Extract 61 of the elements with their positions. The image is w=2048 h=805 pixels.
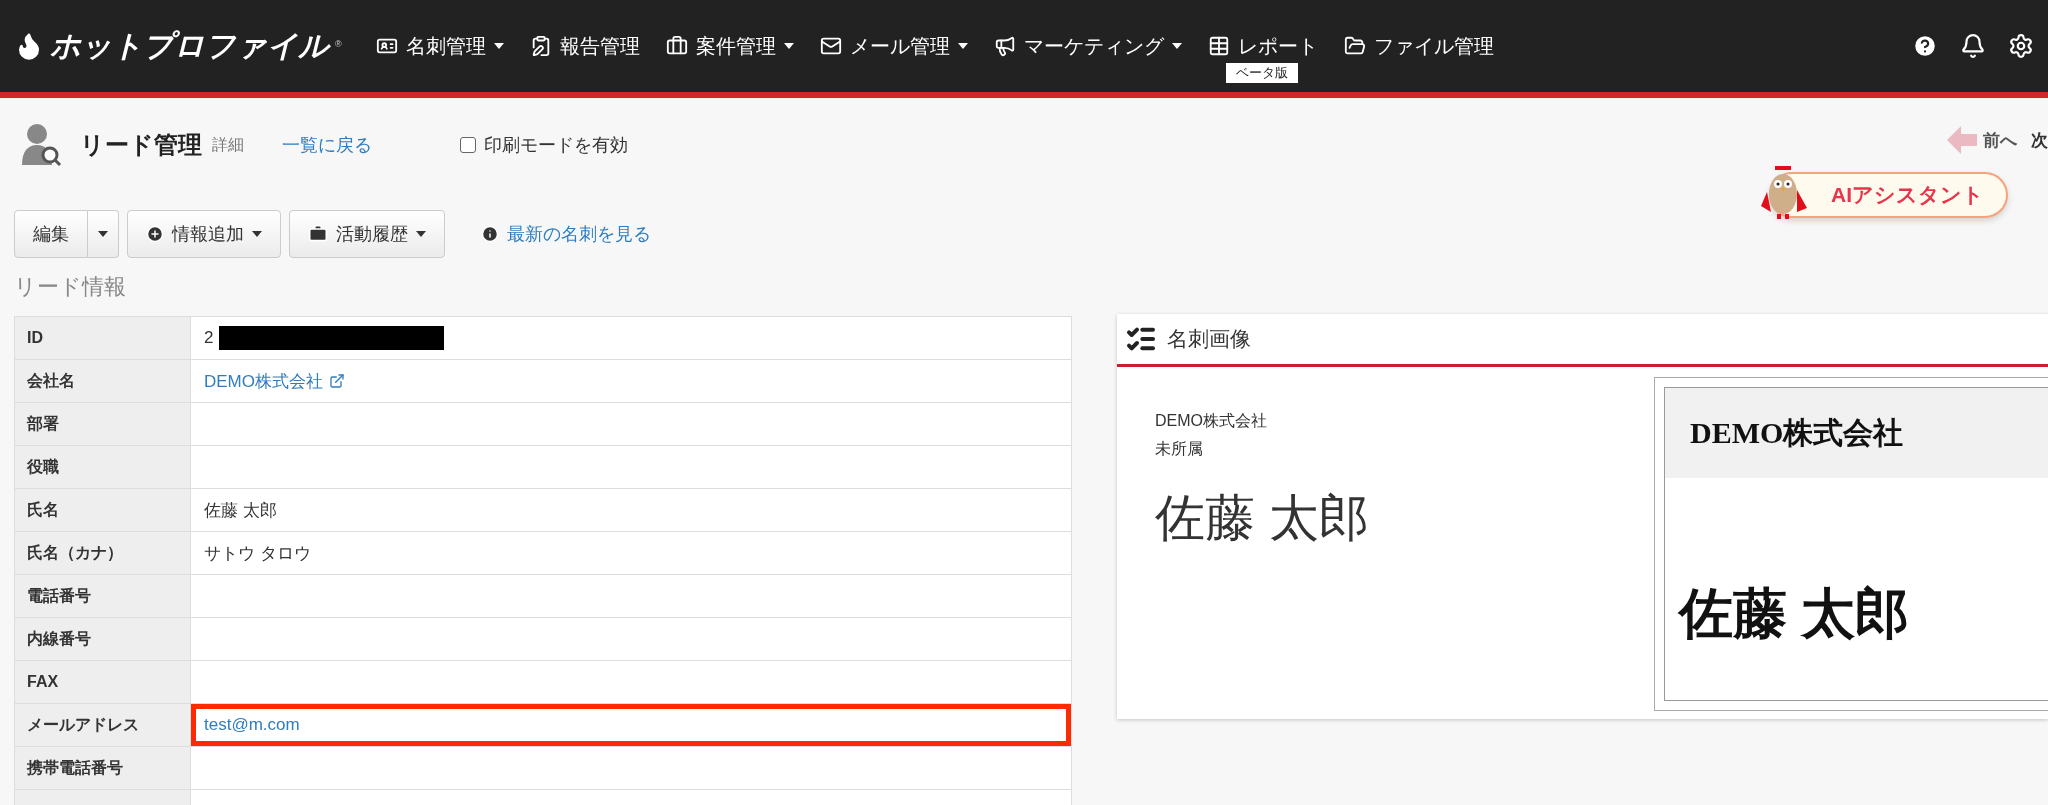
logo-text[interactable]: ホットプロファイル — [50, 25, 329, 67]
nav-item[interactable]: メール管理 — [819, 32, 968, 60]
plus-circle-icon — [146, 225, 164, 243]
nav-item[interactable]: マーケティング — [993, 32, 1182, 60]
card-company-name: DEMO株式会社 — [1690, 414, 1904, 451]
help-icon[interactable] — [1912, 33, 1938, 59]
person-name: 佐藤 太郎 — [1155, 489, 1370, 548]
id-value: 2 — [204, 328, 214, 348]
department-name: 未所属 — [1155, 439, 1204, 459]
external-link-icon — [329, 373, 345, 389]
envelope-icon — [819, 35, 842, 57]
caret-icon — [98, 231, 108, 237]
page-title: リード管理 — [80, 130, 202, 160]
settings-icon[interactable] — [2008, 33, 2034, 59]
nav-item[interactable]: 報告管理 — [529, 32, 640, 60]
next-link[interactable]: 次 — [2031, 128, 2048, 152]
panel-title: 名刺画像 — [1167, 326, 1251, 352]
info-icon — [481, 225, 499, 243]
edit-dropdown-button[interactable] — [88, 210, 119, 258]
nav-item[interactable]: ファイル管理 — [1343, 32, 1494, 60]
card-person-name: 佐藤 太郎 — [1679, 583, 1910, 646]
bell-icon[interactable] — [1960, 33, 1986, 59]
print-mode-checkbox[interactable]: 印刷モードを有効 — [460, 133, 628, 157]
back-to-list-link[interactable]: 一覧に戻る — [282, 133, 372, 157]
field-value: サトウ タロウ — [204, 542, 311, 565]
beta-badge: ベータ版 — [1225, 62, 1298, 83]
latest-card-link[interactable]: 最新の名刺を見る — [507, 222, 651, 246]
table-icon — [1207, 35, 1230, 57]
page-subtitle: 詳細 — [212, 134, 244, 155]
field-value: 佐藤 太郎 — [204, 499, 277, 522]
nav-item[interactable]: 案件管理 — [665, 32, 794, 60]
person-search-icon — [22, 123, 62, 167]
field-label: 会社名 — [15, 360, 191, 402]
email-link[interactable]: test@m.com — [204, 715, 300, 735]
checkbox-icon[interactable] — [460, 137, 476, 153]
field-label: 内線番号 — [15, 618, 191, 660]
field-label: 氏名 — [15, 489, 191, 531]
field-label: 氏名（カナ） — [15, 532, 191, 574]
field-label: FAX — [15, 661, 191, 703]
section-title: リード情報 — [14, 273, 127, 301]
field-label: 電話番号 — [15, 575, 191, 617]
field-label: メールアドレス — [15, 704, 191, 746]
folder-icon — [1343, 35, 1366, 57]
caret-icon — [416, 231, 426, 237]
field-label: 部署 — [15, 403, 191, 445]
briefcase-icon — [308, 224, 328, 244]
left-arrow-icon — [1947, 126, 1977, 154]
field-label: ID — [15, 317, 191, 359]
megaphone-icon — [993, 35, 1016, 57]
edit-button[interactable]: 編集 — [14, 210, 88, 258]
company-name: DEMO株式会社 — [1155, 411, 1268, 431]
company-link[interactable]: DEMO株式会社 — [204, 369, 323, 393]
activity-history-button[interactable]: 活動履歴 — [289, 210, 445, 258]
nav-item[interactable]: 名刺管理 — [375, 32, 504, 60]
add-info-button[interactable]: 情報追加 — [127, 210, 281, 258]
field-label: 携帯電話番号 — [15, 747, 191, 789]
registered-mark: ® — [335, 38, 342, 49]
previous-link[interactable]: 前へ — [1947, 126, 2017, 154]
caret-icon — [252, 231, 262, 237]
briefcase-icon — [665, 35, 688, 57]
field-label: 役職 — [15, 446, 191, 488]
